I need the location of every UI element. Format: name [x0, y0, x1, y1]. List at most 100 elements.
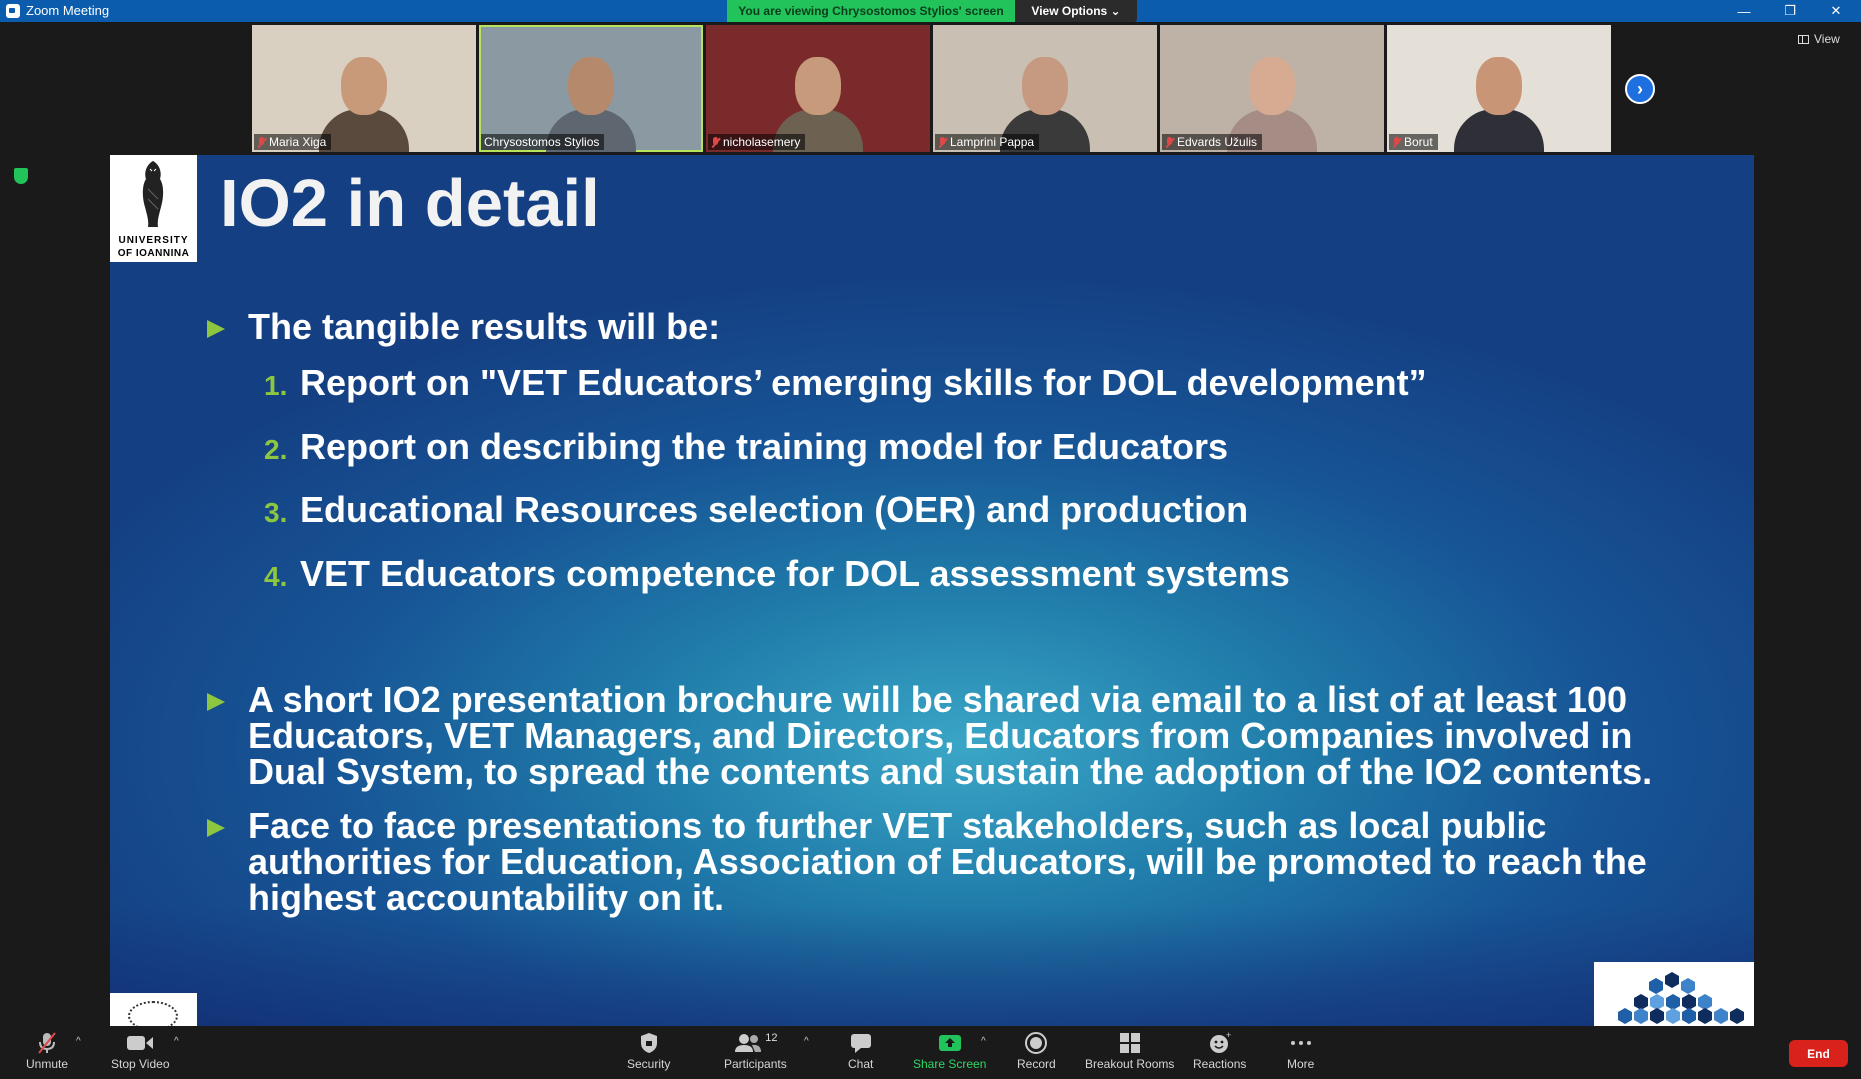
item-text: Report on "VET Educators’ emerging skill…	[300, 362, 1427, 403]
muted-mic-icon	[938, 136, 947, 148]
university-logo: UNIVERSITY OF IOANNINA	[110, 155, 197, 262]
numbered-item-3: 3. Educational Resources selection (OER)…	[264, 489, 1248, 531]
meeting-toolbar: Unmute ^ Stop Video ^ Security 12 Partic…	[0, 1026, 1861, 1079]
item-text: Report on describing the training model …	[300, 426, 1229, 467]
video-tile[interactable]: Edvards Užulis	[1160, 25, 1384, 152]
video-tile[interactable]: Borut	[1387, 25, 1611, 152]
share-screen-button[interactable]: Share Screen	[913, 1030, 986, 1071]
numbered-item-1: 1. Report on "VET Educators’ emerging sk…	[264, 362, 1427, 404]
breakout-rooms-label: Breakout Rooms	[1085, 1057, 1175, 1071]
zoom-app-icon	[6, 4, 20, 18]
video-tile[interactable]: nicholasemery	[706, 25, 930, 152]
bullet-presentations-line2: authorities for Education, Association o…	[248, 841, 1647, 882]
numbered-item-2: 2. Report on describing the training mod…	[264, 426, 1228, 468]
participant-video	[319, 47, 409, 152]
logo-text-line2: OF IOANNINA	[117, 248, 190, 259]
participant-name-tag: Lamprini Pappa	[935, 134, 1040, 150]
encryption-shield-icon[interactable]	[14, 168, 28, 184]
chat-label: Chat	[848, 1057, 874, 1071]
participant-name: Maria Xiga	[269, 135, 327, 149]
participant-name-tag: Edvards Užulis	[1162, 134, 1263, 150]
participants-options-chevron-icon[interactable]: ^	[804, 1036, 809, 1047]
participant-name-tag: nicholasemery	[708, 134, 806, 150]
more-dots-icon	[1289, 1030, 1313, 1056]
participant-video	[1454, 47, 1544, 152]
shared-screen-slide: UNIVERSITY OF IOANNINA IO2 in detail The…	[110, 155, 1754, 1026]
close-button[interactable]: ✕	[1813, 0, 1859, 22]
view-button[interactable]: View	[1798, 32, 1840, 46]
next-page-arrow-icon[interactable]: ›	[1625, 74, 1655, 104]
svg-text:+: +	[1226, 1031, 1231, 1040]
owl-emblem-icon	[142, 161, 164, 227]
video-tile[interactable]: Maria Xiga	[252, 25, 476, 152]
bullet-presentations-line3: highest accountability on it.	[248, 877, 725, 918]
item-text: VET Educators competence for DOL assessm…	[300, 553, 1290, 594]
item-text: Educational Resources selection (OER) an…	[300, 489, 1249, 530]
more-button[interactable]: More	[1287, 1030, 1314, 1071]
share-screen-label: Share Screen	[913, 1057, 987, 1071]
video-tile[interactable]: Chrysostomos Stylios	[479, 25, 703, 152]
bullet-presentations: Face to face presentations to further VE…	[207, 808, 1647, 916]
security-shield-icon	[639, 1030, 659, 1056]
item-number: 1.	[264, 370, 288, 401]
view-label: View	[1814, 32, 1840, 46]
numbered-item-4: 4. VET Educators competence for DOL asse…	[264, 553, 1290, 595]
item-number: 3.	[264, 497, 288, 528]
reactions-label: Reactions	[1193, 1057, 1247, 1071]
chat-bubble-icon	[849, 1030, 873, 1056]
chat-button[interactable]: Chat	[848, 1030, 873, 1071]
participants-count: 12	[765, 1032, 778, 1044]
restore-button[interactable]: ❐	[1767, 0, 1813, 22]
minimize-button[interactable]: —	[1721, 0, 1767, 22]
muted-mic-icon	[711, 136, 720, 148]
video-options-chevron-icon[interactable]: ^	[174, 1036, 179, 1047]
audio-options-chevron-icon[interactable]: ^	[76, 1036, 81, 1047]
record-label: Record	[1017, 1057, 1056, 1071]
unmute-button[interactable]: Unmute	[26, 1030, 68, 1071]
mesh-logo-icon	[128, 1001, 178, 1026]
share-screen-icon	[937, 1030, 963, 1056]
muted-mic-icon	[1165, 136, 1174, 148]
bullet-triangle-icon	[207, 819, 225, 837]
participant-name: Edvards Užulis	[1177, 135, 1258, 149]
hexagon-network-icon	[1618, 972, 1744, 1024]
muted-mic-icon	[36, 1030, 58, 1056]
record-button[interactable]: Record	[1017, 1030, 1056, 1071]
bottom-left-logo	[110, 993, 197, 1026]
bullet-triangle-icon	[207, 693, 225, 711]
end-meeting-button[interactable]: End	[1789, 1040, 1848, 1067]
participant-name: nicholasemery	[723, 135, 801, 149]
item-number: 2.	[264, 434, 288, 465]
bullet-presentations-line1: Face to face presentations to further VE…	[248, 805, 1547, 846]
participant-name: Chrysostomos Stylios	[484, 135, 600, 149]
participants-label: Participants	[724, 1057, 787, 1071]
breakout-rooms-icon	[1119, 1030, 1141, 1056]
stop-video-button[interactable]: Stop Video	[111, 1030, 170, 1071]
video-camera-icon	[126, 1030, 154, 1056]
video-tile[interactable]: Lamprini Pappa	[933, 25, 1157, 152]
security-label: Security	[627, 1057, 671, 1071]
participant-name-tag: Maria Xiga	[254, 134, 332, 150]
participant-name-tag: Borut	[1389, 134, 1438, 150]
view-options-button[interactable]: View Options ⌄	[1015, 0, 1137, 22]
security-button[interactable]: Security	[627, 1030, 670, 1071]
participant-name: Lamprini Pappa	[950, 135, 1035, 149]
bullet-brochure-line1: A short IO2 presentation brochure will b…	[248, 679, 1628, 720]
bullet-intro-text: The tangible results will be:	[248, 306, 721, 347]
share-options-chevron-icon[interactable]: ^	[981, 1036, 986, 1047]
record-icon	[1024, 1030, 1048, 1056]
more-label: More	[1287, 1057, 1315, 1071]
bullet-intro: The tangible results will be:	[207, 309, 720, 345]
participant-name: Borut	[1404, 135, 1433, 149]
viewing-screen-banner: You are viewing Chrysostomos Stylios' sc…	[727, 0, 1015, 22]
bullet-brochure: A short IO2 presentation brochure will b…	[207, 682, 1652, 790]
reactions-button[interactable]: + Reactions	[1193, 1030, 1246, 1071]
stop-video-label: Stop Video	[111, 1057, 170, 1071]
slide-title: IO2 in detail	[220, 166, 600, 241]
view-grid-icon	[1798, 34, 1809, 44]
muted-mic-icon	[257, 136, 266, 148]
breakout-rooms-button[interactable]: Breakout Rooms	[1085, 1030, 1174, 1071]
participants-icon: 12	[733, 1030, 777, 1056]
participant-name-tag: Chrysostomos Stylios	[481, 134, 605, 150]
participants-button[interactable]: 12 Participants	[724, 1030, 787, 1071]
